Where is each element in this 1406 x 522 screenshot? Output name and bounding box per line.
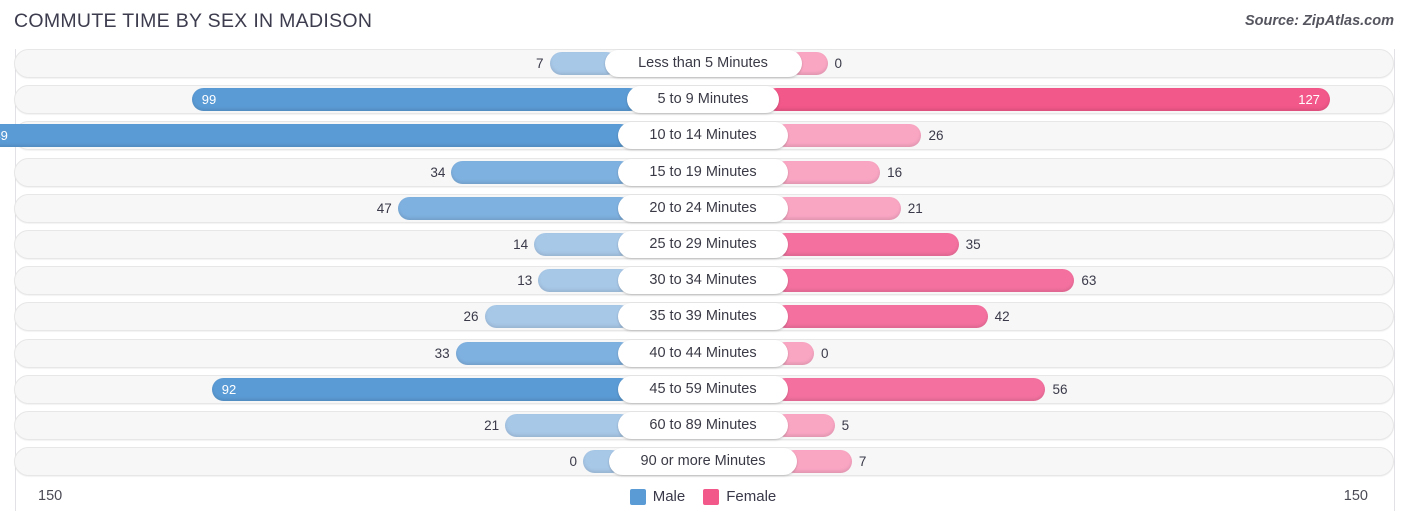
legend-label-female: Female <box>726 488 777 505</box>
chart-row: 21 5 60 to 89 Minutes <box>14 411 1394 440</box>
bar-male[interactable] <box>191 88 641 112</box>
category-label: 15 to 19 Minutes <box>618 158 788 186</box>
legend-swatch-male-icon <box>629 488 646 505</box>
chart-row: 14 35 25 to 29 Minutes <box>14 230 1394 259</box>
value-label-male: 26 <box>463 309 479 325</box>
chart-row: 7 0 Less than 5 Minutes <box>14 49 1394 78</box>
legend-label-male: Male <box>652 488 686 505</box>
chart-header: COMMUTE TIME BY SEX IN MADISON Source: Z… <box>0 0 1406 44</box>
value-label-female: 0 <box>834 56 843 71</box>
chart-plot-area: 7 0 Less than 5 Minutes 99 127 5 to 9 Minutes… <box>0 49 1395 511</box>
bar-female[interactable] <box>774 377 1046 401</box>
value-label-male: 13 <box>517 273 533 289</box>
bar-male[interactable] <box>455 341 632 365</box>
value-label-female: 26 <box>928 128 944 144</box>
bar-female[interactable] <box>774 233 959 256</box>
bar-male[interactable] <box>211 377 632 401</box>
chart-row: 149 26 10 to 14 Minutes <box>0 121 1394 151</box>
category-label: 60 to 89 Minutes <box>618 412 788 439</box>
category-label: 35 to 39 Minutes <box>618 303 788 331</box>
category-label: Less than 5 Minutes <box>604 50 802 77</box>
chart-footer: 150 150 Male Female <box>0 484 1406 522</box>
legend-swatch-female-icon <box>703 488 720 505</box>
chart-legend: Male Female <box>0 488 1406 505</box>
bar-male[interactable] <box>484 305 632 329</box>
value-label-male: 21 <box>484 418 500 433</box>
value-label-male: 99 <box>201 92 217 108</box>
value-label-male: 33 <box>434 345 450 361</box>
bar-female[interactable] <box>774 196 901 220</box>
category-label: 45 to 59 Minutes <box>618 375 788 403</box>
value-label-female: 63 <box>1081 273 1097 289</box>
value-label-female: 21 <box>907 200 923 216</box>
category-label: 20 to 24 Minutes <box>618 194 788 222</box>
value-label-male: 7 <box>536 56 544 71</box>
value-label-female: 5 <box>841 418 850 433</box>
chart-row: 92 56 45 to 59 Minutes <box>14 374 1394 404</box>
bar-female[interactable] <box>774 305 988 329</box>
category-label: 30 to 34 Minutes <box>618 267 788 295</box>
value-label-male: 47 <box>376 200 392 216</box>
category-label: 40 to 44 Minutes <box>618 339 788 367</box>
legend-item-male[interactable]: Male <box>629 488 686 505</box>
category-label: 5 to 9 Minutes <box>627 86 779 114</box>
category-label: 25 to 29 Minutes <box>618 231 788 258</box>
value-label-female: 0 <box>821 345 829 361</box>
chart-row: 47 21 20 to 24 Minutes <box>14 193 1394 223</box>
chart-row: 0 7 90 or more Minutes <box>14 447 1394 477</box>
value-label-male: 0 <box>569 454 577 470</box>
value-label-female: 42 <box>994 309 1010 325</box>
chart-row: 13 63 30 to 34 Minutes <box>14 266 1394 296</box>
bar-female[interactable] <box>765 88 1330 112</box>
value-label-male: 149 <box>0 128 8 144</box>
source-attribution: Source: ZipAtlas.com <box>1244 13 1394 29</box>
bar-male[interactable] <box>451 160 632 184</box>
bar-female[interactable] <box>774 269 1075 293</box>
bar-male[interactable] <box>505 414 632 437</box>
bar-male[interactable] <box>397 196 632 220</box>
legend-item-female[interactable]: Female <box>703 488 776 505</box>
value-label-male: 92 <box>221 381 237 397</box>
bar-female[interactable] <box>774 124 922 148</box>
chart-root: COMMUTE TIME BY SEX IN MADISON Source: Z… <box>0 0 1406 522</box>
value-label-female: 35 <box>965 237 981 252</box>
chart-row: 99 127 5 to 9 Minutes <box>14 85 1394 115</box>
page-title: COMMUTE TIME BY SEX IN MADISON <box>14 10 373 32</box>
value-label-male: 14 <box>513 237 529 252</box>
bar-male[interactable] <box>0 124 632 148</box>
value-label-female: 16 <box>887 164 903 180</box>
category-label: 90 or more Minutes <box>609 448 797 476</box>
bar-female[interactable] <box>774 160 881 184</box>
chart-row: 34 16 15 to 19 Minutes <box>14 157 1394 187</box>
value-label-female: 56 <box>1052 381 1068 397</box>
chart-row: 33 0 40 to 44 Minutes <box>14 338 1394 368</box>
category-label: 10 to 14 Minutes <box>618 122 788 150</box>
value-label-female: 7 <box>858 454 867 470</box>
value-label-female: 127 <box>1298 92 1320 108</box>
chart-row: 26 42 35 to 39 Minutes <box>14 302 1394 332</box>
value-label-male: 34 <box>430 164 446 180</box>
